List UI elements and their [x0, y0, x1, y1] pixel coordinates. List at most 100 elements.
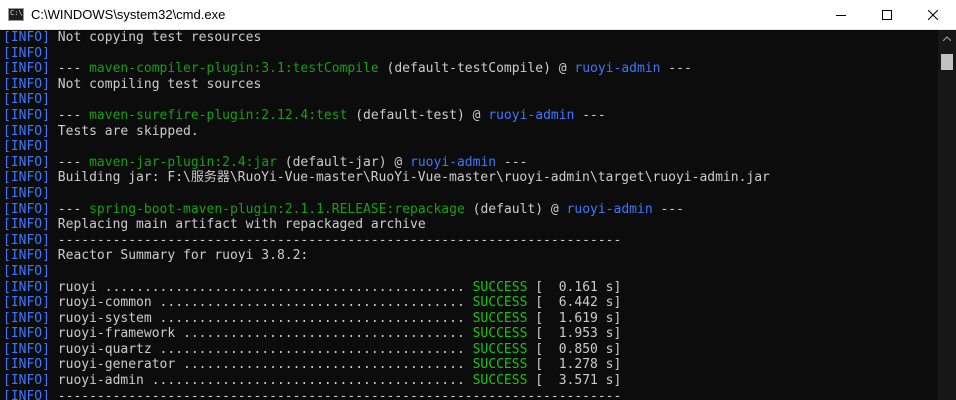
log-level-tag: [INFO]: [3, 30, 50, 45]
module-name: ruoyi-admin: [574, 61, 661, 77]
scroll-up-button[interactable]: [938, 30, 956, 47]
plugin-goal: maven-compiler-plugin:3.1:testCompile: [89, 61, 379, 77]
build-time: [ 0.850 s]: [527, 341, 622, 357]
log-level-tag: [INFO]: [3, 373, 50, 389]
minimize-icon: [836, 15, 846, 16]
plugin-goal: maven-surefire-plugin:2.12.4:test: [89, 107, 348, 123]
module-name: ruoyi-admin: [488, 107, 575, 123]
console-output[interactable]: [INFO] Not copying test resources [INFO][…: [0, 30, 938, 400]
console-line: [INFO] ruoyi ...........................…: [3, 280, 938, 296]
log-level-tag: [INFO]: [3, 248, 50, 264]
console-line: [INFO] ruoyi-quartz ....................…: [3, 342, 938, 358]
log-text: ---: [49, 154, 90, 170]
log-text: Reactor Summary for ruoyi 3.8.2:: [49, 248, 309, 264]
console-line: [INFO] Reactor Summary for ruoyi 3.8.2:: [3, 248, 938, 264]
log-level-tag: [INFO]: [3, 185, 50, 201]
build-time: [ 0.161 s]: [527, 279, 622, 295]
chevron-up-icon: [943, 36, 951, 41]
log-text-tail: ---: [496, 154, 528, 170]
console-line: [INFO]: [3, 264, 938, 280]
log-level-tag: [INFO]: [3, 107, 50, 123]
console-line: [INFO] ruoyi-framework .................…: [3, 326, 938, 342]
console-line: [INFO] ruoyi-admin .....................…: [3, 373, 938, 389]
log-level-tag: [INFO]: [3, 279, 50, 295]
log-level-tag: [INFO]: [3, 123, 50, 139]
console-line: [INFO] ruoyi-generator .................…: [3, 357, 938, 373]
log-text: ruoyi-framework ........................…: [49, 326, 473, 342]
console-line: [INFO] Building jar: F:\服务器\RuoYi-Vue-ma…: [3, 170, 938, 186]
console-line: [INFO] --- spring-boot-maven-plugin:2.1.…: [3, 202, 938, 218]
log-level-tag: [INFO]: [3, 61, 50, 77]
execution-id: (default-test) @: [347, 107, 489, 123]
build-status: SUCCESS: [472, 326, 528, 342]
log-text: ----------------------------------------…: [49, 388, 622, 400]
log-text: Replacing main artifact with repackaged …: [49, 217, 426, 233]
console-line: [INFO] Not copying test resources: [3, 30, 938, 46]
log-text-tail: ---: [574, 107, 606, 123]
log-level-tag: [INFO]: [3, 232, 50, 248]
build-time: [ 1.619 s]: [527, 310, 622, 326]
build-status: SUCCESS: [472, 357, 528, 373]
log-text: ---: [49, 201, 90, 217]
log-text: Not compiling test sources: [49, 76, 262, 92]
log-text: ruoyi-quartz ...........................…: [49, 341, 473, 357]
build-status: SUCCESS: [472, 295, 528, 311]
log-text: ruoyi-common ...........................…: [49, 295, 473, 311]
build-time: [ 6.442 s]: [527, 295, 622, 311]
log-level-tag: [INFO]: [3, 388, 50, 400]
title-bar[interactable]: C:\ C:\WINDOWS\system32\cmd.exe: [0, 0, 956, 30]
plugin-goal: spring-boot-maven-plugin:2.1.1.RELEASE:r…: [89, 201, 465, 217]
log-level-tag: [INFO]: [3, 217, 50, 233]
log-text: ruoyi ..................................…: [49, 279, 473, 295]
log-text: ---: [49, 61, 90, 77]
maximize-icon: [882, 10, 892, 20]
build-time: [ 1.278 s]: [527, 357, 622, 373]
log-text: Tests are skipped.: [49, 123, 199, 139]
log-level-tag: [INFO]: [3, 92, 50, 108]
log-level-tag: [INFO]: [3, 341, 50, 357]
scroll-thumb[interactable]: [941, 54, 953, 70]
minimize-button[interactable]: [818, 0, 864, 30]
console-line: [INFO] ruoyi-system ....................…: [3, 311, 938, 327]
console-line: [INFO]: [3, 92, 938, 108]
console-line: [INFO] ---------------------------------…: [3, 233, 938, 249]
module-name: ruoyi-admin: [566, 201, 653, 217]
console-line: [INFO]: [3, 139, 938, 155]
execution-id: (default) @: [464, 201, 567, 217]
close-icon: [928, 10, 938, 20]
maximize-button[interactable]: [864, 0, 910, 30]
log-text-tail: ---: [660, 61, 692, 77]
log-level-tag: [INFO]: [3, 263, 50, 279]
close-button[interactable]: [910, 0, 956, 30]
build-time: [ 3.571 s]: [527, 373, 622, 389]
cmd-icon: C:\: [8, 8, 24, 21]
cmd-icon-glyph: C:\: [10, 9, 23, 17]
console-line: [INFO] --- maven-compiler-plugin:3.1:tes…: [3, 61, 938, 77]
build-status: SUCCESS: [472, 373, 528, 389]
build-time: [ 1.953 s]: [527, 326, 622, 342]
log-level-tag: [INFO]: [3, 295, 50, 311]
log-level-tag: [INFO]: [3, 170, 50, 186]
build-status: SUCCESS: [472, 279, 528, 295]
log-level-tag: [INFO]: [3, 45, 50, 61]
console-line: [INFO] --- maven-surefire-plugin:2.12.4:…: [3, 108, 938, 124]
vertical-scrollbar[interactable]: [938, 30, 956, 400]
console-line: [INFO] Replacing main artifact with repa…: [3, 217, 938, 233]
module-name: ruoyi-admin: [410, 154, 497, 170]
log-level-tag: [INFO]: [3, 326, 50, 342]
console-line: [INFO]: [3, 46, 938, 62]
log-text: ruoyi-system ...........................…: [49, 310, 473, 326]
log-text: ruoyi-admin ............................…: [49, 373, 473, 389]
console-line: [INFO] Tests are skipped.: [3, 124, 938, 140]
log-level-tag: [INFO]: [3, 201, 50, 217]
console-line: [INFO] --- maven-jar-plugin:2.4:jar (def…: [3, 155, 938, 171]
console-line: [INFO]: [3, 186, 938, 202]
build-status: SUCCESS: [472, 341, 528, 357]
console-line: [INFO] ruoyi-common ....................…: [3, 295, 938, 311]
log-text: Not copying test resources: [49, 30, 262, 45]
log-text: ruoyi-generator ........................…: [49, 357, 473, 373]
execution-id: (default-testCompile) @: [378, 61, 575, 77]
log-text: ----------------------------------------…: [49, 232, 622, 248]
log-level-tag: [INFO]: [3, 310, 50, 326]
execution-id: (default-jar) @: [276, 154, 411, 170]
